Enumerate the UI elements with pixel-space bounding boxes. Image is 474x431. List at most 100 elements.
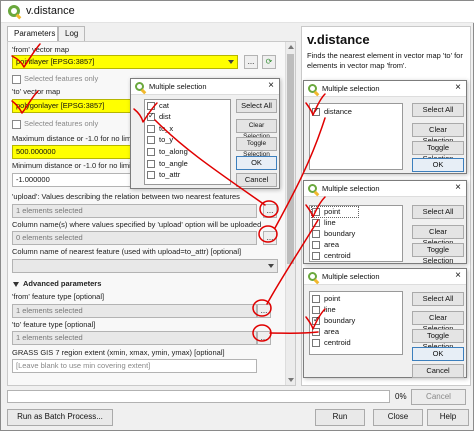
checkbox[interactable] [147, 136, 155, 144]
min-distance-input[interactable]: -1.000000 [12, 173, 132, 187]
close-icon[interactable]: × [455, 182, 461, 193]
toggle-selection-button[interactable]: Toggle Selection [412, 243, 464, 265]
help-title: v.distance [307, 32, 370, 47]
max-distance-label: Maximum distance or -1.0 for no limit [ [12, 134, 140, 143]
from-selected-only-label: Selected features only [24, 74, 99, 83]
to-selected-only-checkbox[interactable] [12, 120, 21, 129]
region-extent-input[interactable]: [Leave blank to use min covering extent] [12, 359, 257, 373]
to-type-browse-button[interactable]: ... [257, 331, 271, 345]
dialog-title-bar: Multiple selection × [304, 181, 466, 197]
dialog-title-bar: Multiple selection × [304, 81, 466, 97]
close-icon[interactable]: × [455, 270, 461, 281]
tab-parameters[interactable]: Parameters [7, 26, 58, 42]
qgis-logo-icon [8, 5, 20, 17]
checkbox[interactable] [312, 295, 320, 303]
progress-bar [7, 390, 390, 403]
checkbox[interactable] [312, 230, 320, 238]
dialog-title: Multiple selection [149, 82, 207, 91]
clear-selection-button[interactable]: Clear Selection [412, 123, 464, 145]
checkbox[interactable] [312, 328, 320, 336]
cancel-button[interactable]: Cancel [236, 173, 277, 187]
from-type-browse-button[interactable]: ... [257, 304, 271, 318]
from-map-value: pointlayer [EPSG:3857] [16, 57, 95, 66]
toggle-selection-button[interactable]: Toggle Selection [412, 141, 464, 163]
multiple-selection-dialog-from-type: Multiple selection × point line boundary… [303, 180, 467, 265]
checkbox[interactable] [312, 106, 320, 116]
title-bar: v.distance [1, 1, 474, 23]
from-type-selection-field: 1 elements selected [12, 304, 257, 318]
cancel-button[interactable]: Cancel [412, 364, 464, 378]
checkbox[interactable] [147, 111, 155, 121]
advanced-parameters-header[interactable]: Advanced parameters [23, 279, 101, 288]
ok-button[interactable]: OK [236, 156, 277, 170]
nearest-column-label: Column name of nearest feature (used wit… [12, 247, 242, 256]
checkbox[interactable] [312, 252, 320, 260]
cancel-process-button[interactable]: Cancel [411, 389, 466, 405]
checkbox[interactable] [312, 219, 320, 227]
collapse-arrow-icon[interactable] [13, 282, 19, 287]
scrollbar-thumb[interactable] [287, 54, 294, 264]
dialog-title-bar: Multiple selection × [304, 269, 466, 285]
checkbox[interactable] [147, 125, 155, 133]
help-description: Finds the nearest element in vector map … [307, 51, 463, 70]
from-map-browse-button[interactable]: ... [244, 55, 258, 69]
checkbox[interactable] [312, 315, 320, 325]
toggle-selection-button[interactable]: Toggle Selection [236, 137, 277, 158]
clear-selection-button[interactable]: Clear Selection [412, 225, 464, 247]
dialog-title: Multiple selection [322, 84, 380, 93]
nearest-column-select[interactable] [12, 259, 278, 273]
close-icon[interactable]: × [455, 82, 461, 93]
options-list: point line boundary area centroid [309, 205, 403, 262]
select-all-button[interactable]: Select All [236, 99, 277, 113]
region-extent-label: GRASS GIS 7 region extent (xmin, xmax, y… [12, 348, 225, 357]
run-button[interactable]: Run [315, 409, 365, 426]
checkbox[interactable] [312, 206, 320, 216]
from-type-label: 'from' feature type [optional] [12, 292, 105, 301]
select-all-button[interactable]: Select All [412, 103, 464, 117]
scroll-down-icon[interactable] [288, 378, 294, 382]
min-distance-label: Minimum distance or -1.0 for no limit [ [12, 161, 138, 170]
dialog-title: Multiple selection [322, 272, 380, 281]
checkbox[interactable] [147, 171, 155, 179]
checkbox[interactable] [312, 241, 320, 249]
checkbox[interactable] [147, 160, 155, 168]
multiple-selection-dialog-column: Multiple selection × distance Select All… [303, 80, 467, 174]
close-button[interactable]: Close [373, 409, 423, 426]
tab-log[interactable]: Log [58, 26, 85, 42]
upload-label: 'upload': Values describing the relation… [12, 192, 240, 201]
to-map-value: polygonlayer [EPSG:3857] [16, 101, 105, 110]
select-all-button[interactable]: Select All [412, 205, 464, 219]
parameters-scrollbar[interactable] [285, 42, 295, 385]
progress-percent: 0% [395, 392, 407, 401]
checkbox[interactable] [147, 102, 155, 110]
select-all-button[interactable]: Select All [412, 292, 464, 306]
to-map-label: 'to' vector map [12, 87, 61, 96]
upload-selection-field: 1 elements selected [12, 204, 257, 218]
options-list: cat dist to_x to_y to_along to_angle to_… [144, 99, 231, 185]
batch-process-button[interactable]: Run as Batch Process... [7, 409, 113, 426]
to-type-label: 'to' feature type [optional] [12, 320, 96, 329]
max-distance-input[interactable]: 500.000000 [12, 145, 132, 159]
checkbox[interactable] [312, 306, 320, 314]
iterate-icon[interactable]: ⟳ [262, 55, 276, 69]
qgis-logo-icon [308, 184, 317, 193]
options-list: point line boundary area centroid [309, 291, 403, 355]
close-icon[interactable]: × [268, 80, 274, 91]
qgis-logo-icon [135, 82, 144, 91]
clear-selection-button[interactable]: Clear Selection [412, 311, 464, 333]
to-map-select[interactable]: polygonlayer [EPSG:3857] [12, 99, 132, 113]
upload-browse-button[interactable]: ... [263, 204, 277, 218]
toggle-selection-button[interactable]: Toggle Selection [412, 329, 464, 351]
dialog-title: Multiple selection [322, 184, 380, 193]
from-map-select[interactable]: pointlayer [EPSG:3857] [12, 55, 238, 69]
checkbox[interactable] [312, 339, 320, 347]
scroll-up-icon[interactable] [288, 45, 294, 49]
checkbox[interactable] [147, 148, 155, 156]
ok-button[interactable]: OK [412, 158, 464, 172]
qgis-logo-icon [308, 272, 317, 281]
column-browse-button[interactable]: ... [263, 231, 277, 245]
clear-selection-button[interactable]: Clear Selection [236, 119, 277, 140]
from-selected-only-checkbox[interactable] [12, 75, 21, 84]
help-button[interactable]: Help [427, 409, 469, 426]
ok-button[interactable]: OK [412, 347, 464, 361]
